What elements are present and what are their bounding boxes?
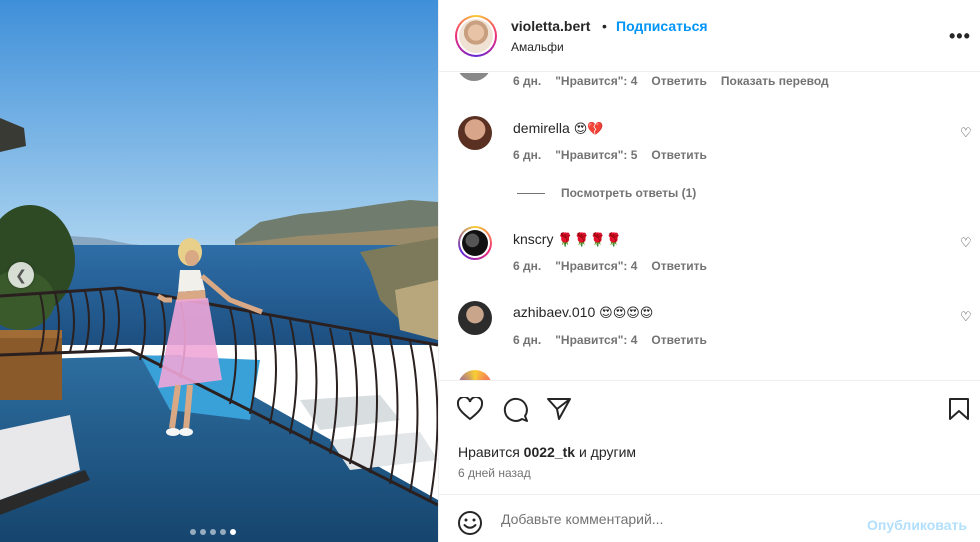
comment-time: 6 дн. [513,148,542,162]
carousel-prev-button[interactable]: ❮ [8,262,34,288]
comment-username[interactable]: knscry [513,231,553,247]
comment-row: knscry 🌹🌹🌹🌹 [513,231,622,248]
post-location[interactable]: Амальфи [511,40,564,54]
separator-dot: • [602,18,607,34]
comment-likes[interactable]: "Нравится": 4 [555,259,637,273]
carousel-dot-active [230,529,236,535]
comment-meta: 6 дн. "Нравится": 4 Ответить [513,333,707,347]
publish-button[interactable]: Опубликовать [867,517,967,533]
carousel-dot [210,529,216,535]
comments-list[interactable]: 6 дн. "Нравится": 4 Ответить Показать пе… [439,73,980,380]
comment-username[interactable]: azhibaev.010 [513,304,595,320]
comment-time: 6 дн. [513,259,542,273]
comment-likes[interactable]: "Нравится": 5 [555,148,637,162]
comment-avatar[interactable] [458,226,492,260]
like-heart-icon[interactable] [457,397,483,421]
comment-meta: 6 дн. "Нравится": 4 Ответить Показать пе… [513,74,829,88]
post-timestamp: 6 дней назад [458,466,531,480]
emoji-smiley-icon[interactable] [457,510,483,536]
comment-row: azhibaev.010 😍😍😍😍 [513,304,653,321]
carousel-dot [190,529,196,535]
like-comment-heart-icon[interactable]: ♡ [960,125,972,141]
post-actions: Нравится 0022_tk и другим 6 дней назад [439,380,980,494]
post-header: violetta.bert • Подписаться Амальфи ••• [439,0,980,72]
reply-button[interactable]: Ответить [651,259,706,273]
follow-button[interactable]: Подписаться [616,18,708,34]
carousel-indicator [190,529,236,535]
liked-by-user[interactable]: 0022_tk [524,444,575,460]
comment-meta: 6 дн. "Нравится": 5 Ответить [513,148,707,162]
likes-suffix[interactable]: и другим [579,444,636,460]
comment-time: 6 дн. [513,74,542,88]
view-replies-label: Посмотреть ответы (1) [561,186,697,200]
comment-likes[interactable]: "Нравится": 4 [555,74,637,88]
like-comment-heart-icon[interactable]: ♡ [960,235,972,251]
comment-avatar[interactable] [458,301,492,335]
comment-avatar[interactable] [457,73,491,81]
view-replies-button[interactable]: Посмотреть ответы (1) [517,186,696,200]
comment-meta: 6 дн. "Нравится": 4 Ответить [513,259,707,273]
comment-bubble-icon[interactable] [503,397,529,423]
more-options-icon[interactable]: ••• [949,26,971,47]
author-avatar[interactable] [455,15,497,57]
post-photo[interactable]: ❮ [0,0,438,542]
carousel-dot [220,529,226,535]
comment-username[interactable]: demirella [513,120,570,136]
comment-avatar[interactable] [458,116,492,150]
comment-text: 😍💔 [573,121,604,136]
comment-avatar[interactable] [458,370,492,380]
reply-button[interactable]: Ответить [651,333,706,347]
comment-text: 😍😍😍😍 [599,305,654,320]
chevron-left-icon: ❮ [15,266,27,283]
reply-button[interactable]: Ответить [651,74,706,88]
carousel-dot [200,529,206,535]
save-bookmark-icon[interactable] [948,397,970,421]
add-comment-bar: Опубликовать [439,494,980,542]
like-comment-heart-icon[interactable]: ♡ [960,309,972,325]
post-photo-image [0,0,438,542]
replies-divider [517,192,545,194]
share-send-icon[interactable] [546,397,572,421]
comment-text: 🌹🌹🌹🌹 [557,232,623,247]
reply-button[interactable]: Ответить [651,148,706,162]
comment-time: 6 дн. [513,333,542,347]
show-translation-button[interactable]: Показать перевод [721,74,829,88]
comment-input[interactable] [501,509,861,529]
comment-likes[interactable]: "Нравится": 4 [555,333,637,347]
comment-row: demirella 😍💔 [513,120,603,137]
likes-summary: Нравится 0022_tk и другим [458,444,636,460]
post-side-panel: violetta.bert • Подписаться Амальфи ••• … [438,0,980,542]
author-username[interactable]: violetta.bert [511,18,590,34]
likes-prefix: Нравится [458,444,520,460]
